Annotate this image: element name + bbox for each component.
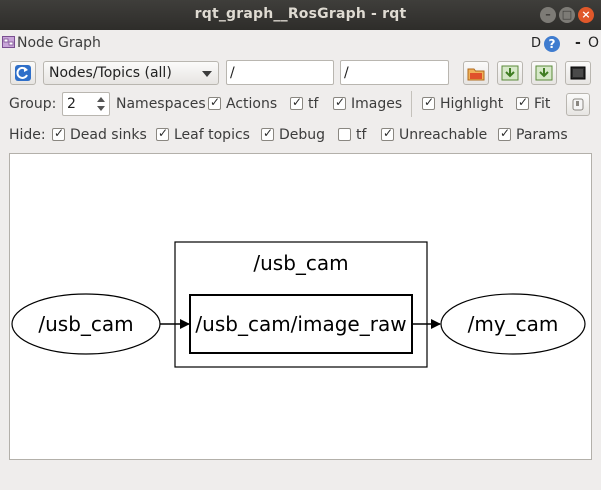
spin-up-icon[interactable] bbox=[97, 97, 105, 102]
plugin-close-button[interactable]: O bbox=[588, 35, 599, 51]
leaf-topics-checkbox[interactable] bbox=[156, 126, 169, 141]
graph-canvas[interactable]: /usb_cam /usb_cam /usb_cam/image_raw /my… bbox=[9, 153, 592, 460]
fit-in-view-button[interactable] bbox=[566, 93, 590, 116]
toolbar-separator bbox=[411, 91, 412, 117]
group-label: Group: bbox=[9, 96, 57, 112]
topic-filter-field[interactable] bbox=[340, 60, 449, 85]
save-svg-button[interactable] bbox=[531, 61, 557, 85]
image-export-icon bbox=[570, 66, 586, 80]
save-svg-icon bbox=[535, 65, 553, 81]
node-filter-input[interactable] bbox=[227, 61, 333, 84]
window-title: rqt_graph__RosGraph - rqt bbox=[194, 6, 407, 22]
images-checkbox[interactable] bbox=[333, 95, 346, 110]
chevron-down-icon bbox=[202, 71, 212, 77]
refresh-button[interactable] bbox=[10, 61, 36, 85]
spin-down-icon[interactable] bbox=[97, 106, 105, 111]
graph-mode-value: Nodes/Topics (all) bbox=[49, 65, 172, 81]
fit-checkbox[interactable] bbox=[516, 95, 529, 110]
params-label: Params bbox=[516, 127, 568, 143]
save-dot-icon bbox=[501, 65, 519, 81]
window-close-button[interactable]: × bbox=[578, 7, 594, 23]
plugin-minimize-button[interactable]: - bbox=[575, 35, 581, 51]
topic-node-label: /usb_cam/image_raw bbox=[195, 312, 406, 336]
fit-label: Fit bbox=[534, 96, 551, 112]
fit-view-icon bbox=[572, 98, 584, 111]
unreachable-checkbox[interactable] bbox=[381, 126, 394, 141]
tf-group-checkbox[interactable] bbox=[290, 95, 303, 110]
tf-group-label: tf bbox=[308, 96, 319, 112]
help-icon[interactable]: ? bbox=[544, 36, 560, 52]
graph-mode-select[interactable]: Nodes/Topics (all) bbox=[43, 61, 219, 85]
load-dot-button[interactable] bbox=[463, 61, 489, 85]
refresh-icon bbox=[15, 65, 31, 81]
sink-node-label: /my_cam bbox=[468, 312, 559, 336]
source-node-label: /usb_cam bbox=[38, 312, 133, 336]
window-maximize-button[interactable]: □ bbox=[559, 7, 575, 23]
hide-label: Hide: bbox=[9, 127, 46, 143]
leaf-topics-label: Leaf topics bbox=[174, 127, 250, 143]
dead-sinks-checkbox[interactable] bbox=[52, 126, 65, 141]
save-dot-button[interactable] bbox=[497, 61, 523, 85]
dead-sinks-label: Dead sinks bbox=[70, 127, 147, 143]
topic-filter-input[interactable] bbox=[341, 61, 448, 84]
window-titlebar: rqt_graph__RosGraph - rqt – □ × bbox=[0, 0, 601, 30]
namespaces-label: Namespaces bbox=[116, 96, 206, 112]
namespace-cluster-label: /usb_cam bbox=[253, 251, 348, 275]
highlight-label: Highlight bbox=[440, 96, 504, 112]
debug-checkbox[interactable] bbox=[261, 126, 274, 141]
plugin-title: Node Graph bbox=[17, 35, 101, 51]
params-checkbox[interactable] bbox=[498, 126, 511, 141]
namespaces-checkbox[interactable] bbox=[208, 95, 221, 110]
images-label: Images bbox=[351, 96, 403, 112]
unreachable-label: Unreachable bbox=[399, 127, 488, 143]
group-value: 2 bbox=[67, 96, 76, 112]
actions-label: Actions bbox=[226, 96, 278, 112]
dock-button[interactable]: D bbox=[531, 36, 541, 51]
highlight-checkbox[interactable] bbox=[422, 95, 435, 110]
node-graph-icon bbox=[2, 36, 15, 48]
window-minimize-button[interactable]: – bbox=[540, 7, 556, 23]
save-image-button[interactable] bbox=[565, 61, 591, 85]
hide-tf-checkbox[interactable] bbox=[338, 128, 351, 141]
plugin-titlebar: Node Graph D ? - O bbox=[0, 30, 601, 56]
node-filter-field[interactable] bbox=[226, 60, 334, 85]
debug-label: Debug bbox=[279, 127, 326, 143]
hide-tf-label: tf bbox=[356, 127, 367, 143]
group-spinbox[interactable]: 2 bbox=[62, 92, 110, 116]
ros-graph[interactable]: /usb_cam /usb_cam /usb_cam/image_raw /my… bbox=[10, 154, 591, 459]
folder-open-icon bbox=[467, 68, 485, 81]
